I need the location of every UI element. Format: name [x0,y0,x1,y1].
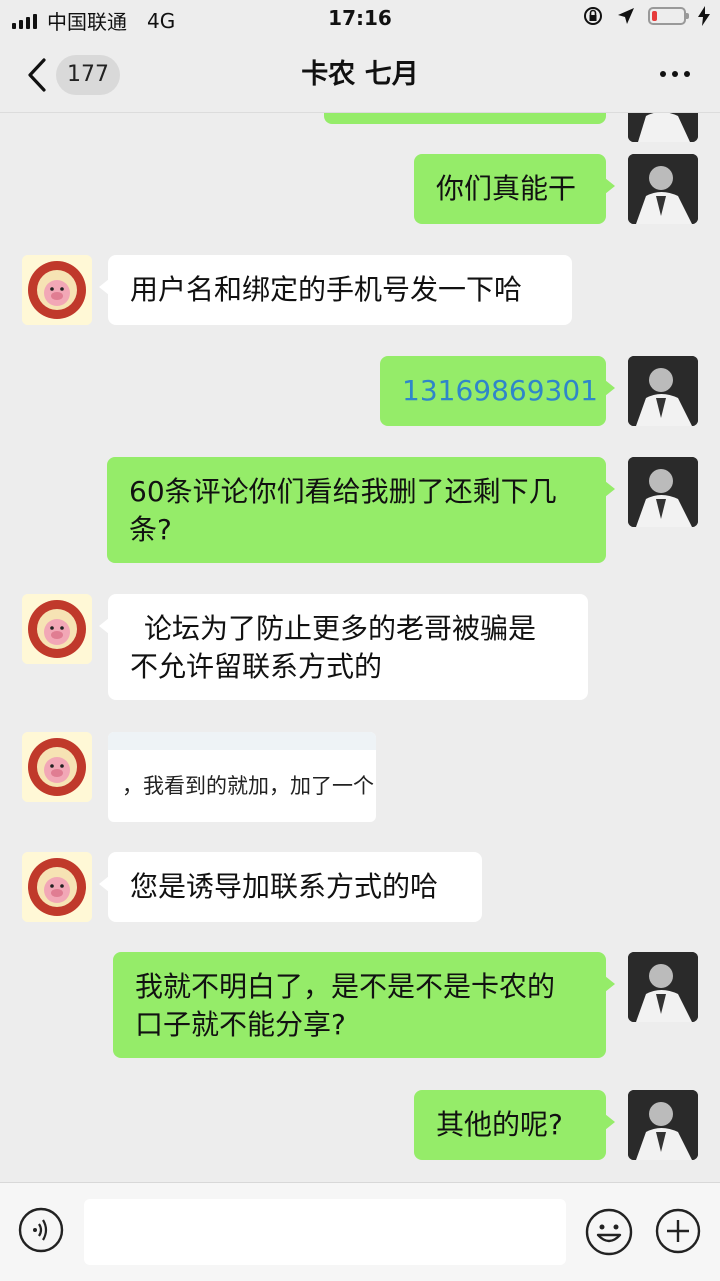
message-input[interactable] [84,1199,566,1265]
image-message-text: ，我看到的就加，加了一个 [122,774,374,798]
my-avatar[interactable] [628,356,698,426]
message-bubble[interactable]: 论坛为了防止更多的老哥被骗是 不允许留联系方式的 [99,594,588,700]
chat-title: 卡农 七月 [301,59,419,90]
my-avatar[interactable] [628,154,698,224]
plus-icon[interactable] [654,1207,702,1255]
message-bubble[interactable]: 13169869301 [380,356,615,426]
charging-icon [698,6,710,26]
contact-avatar[interactable] [22,594,92,664]
message-bubble[interactable]: 你们真能干 [414,154,615,224]
rotation-lock-icon [584,7,602,25]
message-bubble[interactable]: 我就不明白了，是不是不是卡农的 口子就不能分享? [113,952,615,1058]
my-avatar[interactable] [628,457,698,527]
status-bar: 中国联通 4G 17:16 [0,0,720,38]
message-list[interactable]: 你们真能干 用户名和绑定的手机号发一下哈 13169869301 60条评论你们… [0,112,720,1182]
my-avatar[interactable] [628,1090,698,1160]
image-top-strip [108,732,376,750]
contact-avatar[interactable] [22,732,92,802]
voice-icon[interactable] [18,1207,64,1253]
contact-avatar[interactable] [22,255,92,325]
message-bubble[interactable]: 60条评论你们看给我删了还剩下几 条? [107,457,615,563]
contact-avatar[interactable] [22,852,92,922]
emoji-icon[interactable] [584,1207,634,1257]
input-bar [0,1182,720,1281]
phone-link[interactable]: 13169869301 [402,374,598,407]
message-bubble[interactable]: 用户名和绑定的手机号发一下哈 [99,255,572,325]
location-icon [618,8,634,24]
chat-header: 177 卡农 七月 [0,38,720,113]
message-bubble-partial [324,112,606,124]
image-message[interactable]: ，我看到的就加，加了一个 [108,732,376,822]
more-dots-icon[interactable] [660,71,690,77]
my-avatar[interactable] [628,952,698,1022]
battery-icon [648,7,689,25]
message-bubble[interactable]: 您是诱导加联系方式的哈 [99,852,482,922]
message-bubble[interactable]: 其他的呢? [414,1090,615,1160]
my-avatar[interactable] [628,112,698,142]
